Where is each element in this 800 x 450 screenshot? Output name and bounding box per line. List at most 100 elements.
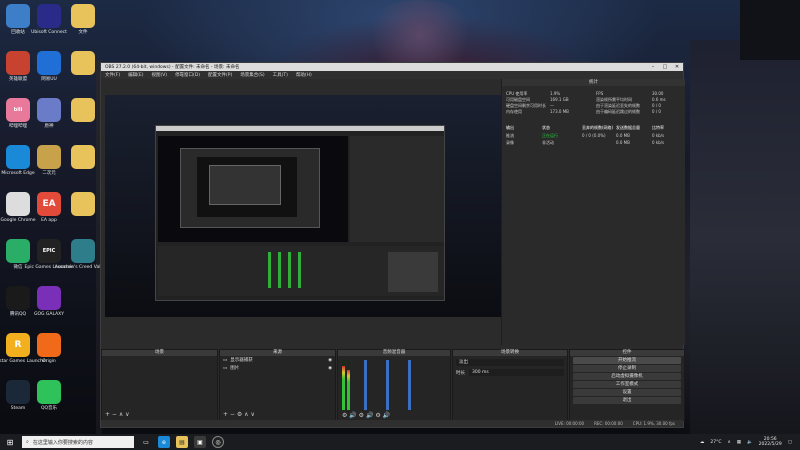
edge-taskbar-icon[interactable]: e	[158, 436, 170, 448]
desktop-shortcut[interactable]	[66, 192, 100, 218]
stat-k: 内存使用	[506, 109, 522, 114]
desktop-shortcut[interactable]: bili 哔哩哔哩	[1, 98, 35, 130]
volume-slider[interactable]	[408, 360, 411, 410]
desktop-shortcut[interactable]	[66, 145, 100, 171]
volume-icon[interactable]: 🔈	[747, 440, 753, 445]
desktop-shortcut-label: 网易UU	[41, 77, 57, 82]
preview-canvas[interactable]	[105, 95, 501, 317]
transition-select[interactable]: 淡出	[456, 359, 564, 366]
desktop-shortcut[interactable]: Microsoft Edge	[1, 145, 35, 177]
wallpaper-arch	[740, 0, 800, 60]
desktop-shortcut[interactable]: RRockstar Games Launcher	[0, 333, 48, 365]
controls-dock: 控件 开始推流 停止录制 启动虚拟摄像机 工作室模式 设置 退出	[569, 349, 685, 421]
stats-cell-sent: 0.0 MB	[616, 140, 630, 145]
desktop-shortcut[interactable]: Ubisoft Connect	[31, 4, 67, 36]
weather-icon[interactable]: ☁	[700, 440, 705, 445]
obs-titlebar[interactable]: OBS 27.2.0 (64-bit, windows) - 配置文件: 未命名…	[101, 63, 683, 71]
desktop-shortcut[interactable]: Steam	[1, 380, 35, 412]
chevron-up-icon[interactable]: ∧	[727, 440, 730, 445]
desktop-shortcut-label: 文件	[78, 30, 88, 35]
menu-item[interactable]: 配置文件(P)	[208, 72, 232, 78]
menu-item[interactable]: 帮助(H)	[296, 72, 312, 78]
desktop-shortcut-label: QQ音乐	[40, 406, 58, 411]
desktop-shortcut[interactable]: EA EA app	[32, 192, 66, 224]
desktop-shortcut[interactable]: QQ音乐	[32, 380, 66, 412]
source-item[interactable]: ▭ 图片 ◉	[220, 364, 335, 372]
mute-icon[interactable]: ⚙ 🔊 ⚙ 🔊 ⚙ 🔊	[342, 412, 390, 419]
desktop-shortcut-label: 英雄联盟	[9, 77, 27, 82]
control-button[interactable]: 开始推流	[573, 357, 681, 364]
maximize-button[interactable]: □	[659, 63, 671, 71]
control-button[interactable]: 停止录制	[573, 365, 681, 372]
desktop-shortcut[interactable]	[66, 98, 100, 124]
wechat-icon	[6, 239, 30, 263]
desktop-shortcut[interactable]: 回收站	[1, 4, 35, 36]
folder-icon	[71, 145, 95, 169]
stat-v2: 0 / 0	[652, 103, 661, 108]
ac-icon	[71, 239, 95, 263]
obs-taskbar-icon[interactable]: ◎	[212, 436, 224, 448]
stats-cell-dropped: 0 / 0 (0.0%)	[582, 133, 606, 138]
visibility-icon[interactable]: ◉	[328, 358, 332, 363]
desktop-shortcut[interactable]: 英雄联盟	[1, 51, 35, 83]
desktop-shortcut[interactable]: 腾讯QQ	[1, 286, 35, 318]
desktop-shortcut-label: 腾讯QQ	[9, 312, 27, 317]
scene-add-button[interactable]: + − ∧ ∨	[105, 411, 130, 418]
stat-v: —	[550, 103, 554, 108]
volume-slider[interactable]	[364, 360, 367, 410]
stats-cell-bitrate: 0 kb/s	[652, 140, 665, 145]
menu-item[interactable]: 停靠窗口(D)	[175, 72, 200, 78]
desktop-shortcut-label: Google Chrome	[0, 218, 36, 223]
desktop-shortcut[interactable]: 原神	[32, 98, 66, 130]
desktop-shortcut[interactable]: 文件	[66, 4, 100, 36]
duration-input[interactable]: 300 ms	[469, 369, 564, 376]
audio-meter	[342, 366, 345, 410]
desktop-shortcut[interactable]	[66, 51, 100, 77]
menu-item[interactable]: 文件(F)	[105, 72, 120, 78]
desktop-shortcut-label: 回收站	[11, 30, 25, 35]
source-item-label: 显示器捕获	[230, 358, 253, 363]
menu-item[interactable]: 编辑(E)	[128, 72, 143, 78]
stats-cell-sent: 0.0 MB	[616, 133, 630, 138]
control-button[interactable]: 退出	[573, 397, 681, 404]
desktop-shortcut[interactable]: Origin	[32, 333, 66, 365]
source-add-button[interactable]: + − ⚙ ∧ ∨	[223, 411, 255, 418]
desktop-shortcut[interactable]: Google Chrome	[1, 192, 35, 224]
task-view-icon[interactable]: ▭	[140, 436, 152, 448]
desktop-shortcut[interactable]: 网易UU	[32, 51, 66, 83]
taskbar-search[interactable]: ⌕ 在这里输入你要搜索的内容	[22, 436, 134, 448]
control-button[interactable]: 工作室模式	[573, 381, 681, 388]
start-button[interactable]: ⊞	[4, 436, 16, 448]
source-item[interactable]: ▭ 显示器捕获 ◉	[220, 356, 335, 364]
desktop-shortcut[interactable]: GOG GALAXY	[32, 286, 66, 318]
transitions-dock: 场景转换 淡出 时长 300 ms	[452, 349, 568, 421]
scenes-dock: 场景 + − ∧ ∨	[101, 349, 218, 421]
control-button[interactable]: 启动虚拟摄像机	[573, 373, 681, 380]
menu-item[interactable]: 工具(T)	[273, 72, 288, 78]
audio-meter	[347, 370, 350, 410]
volume-slider[interactable]	[386, 360, 389, 410]
menu-item[interactable]: 视图(V)	[151, 72, 167, 78]
minimize-button[interactable]: –	[647, 63, 659, 71]
desktop-shortcut[interactable]: Assassin's Creed Valhalla	[55, 239, 111, 271]
visibility-icon[interactable]: ◉	[328, 366, 332, 371]
menu-item[interactable]: 场景集合(S)	[240, 72, 264, 78]
clock-date[interactable]: 2022/5/29	[759, 442, 782, 447]
stats-cell-status: 正在运行	[542, 133, 558, 138]
close-button[interactable]: ✕	[671, 63, 683, 71]
desktop-shortcut[interactable]: 二次元	[32, 145, 66, 177]
store-taskbar-icon[interactable]: ▣	[194, 436, 206, 448]
stats-cell-name: 录像	[506, 140, 514, 145]
stat-v: 1.9%	[550, 91, 561, 96]
sources-dock: 来源 ▭ 显示器捕获 ◉ ▭ 图片 ◉ + − ⚙ ∧ ∨	[219, 349, 336, 421]
notification-icon[interactable]: ▢	[788, 440, 792, 445]
obs-window[interactable]: OBS 27.2.0 (64-bit, windows) - 配置文件: 未命名…	[100, 62, 685, 428]
control-button[interactable]: 设置	[573, 389, 681, 396]
stat-v: 173.0 MB	[550, 109, 569, 114]
explorer-taskbar-icon[interactable]: ▤	[176, 436, 188, 448]
network-icon[interactable]: ▦	[737, 440, 741, 445]
origin-icon	[37, 333, 61, 357]
wallpaper-highlight	[360, 0, 480, 70]
folder-icon	[71, 4, 95, 28]
stat-k2: 由于编码延迟跳过的帧数	[596, 109, 640, 114]
